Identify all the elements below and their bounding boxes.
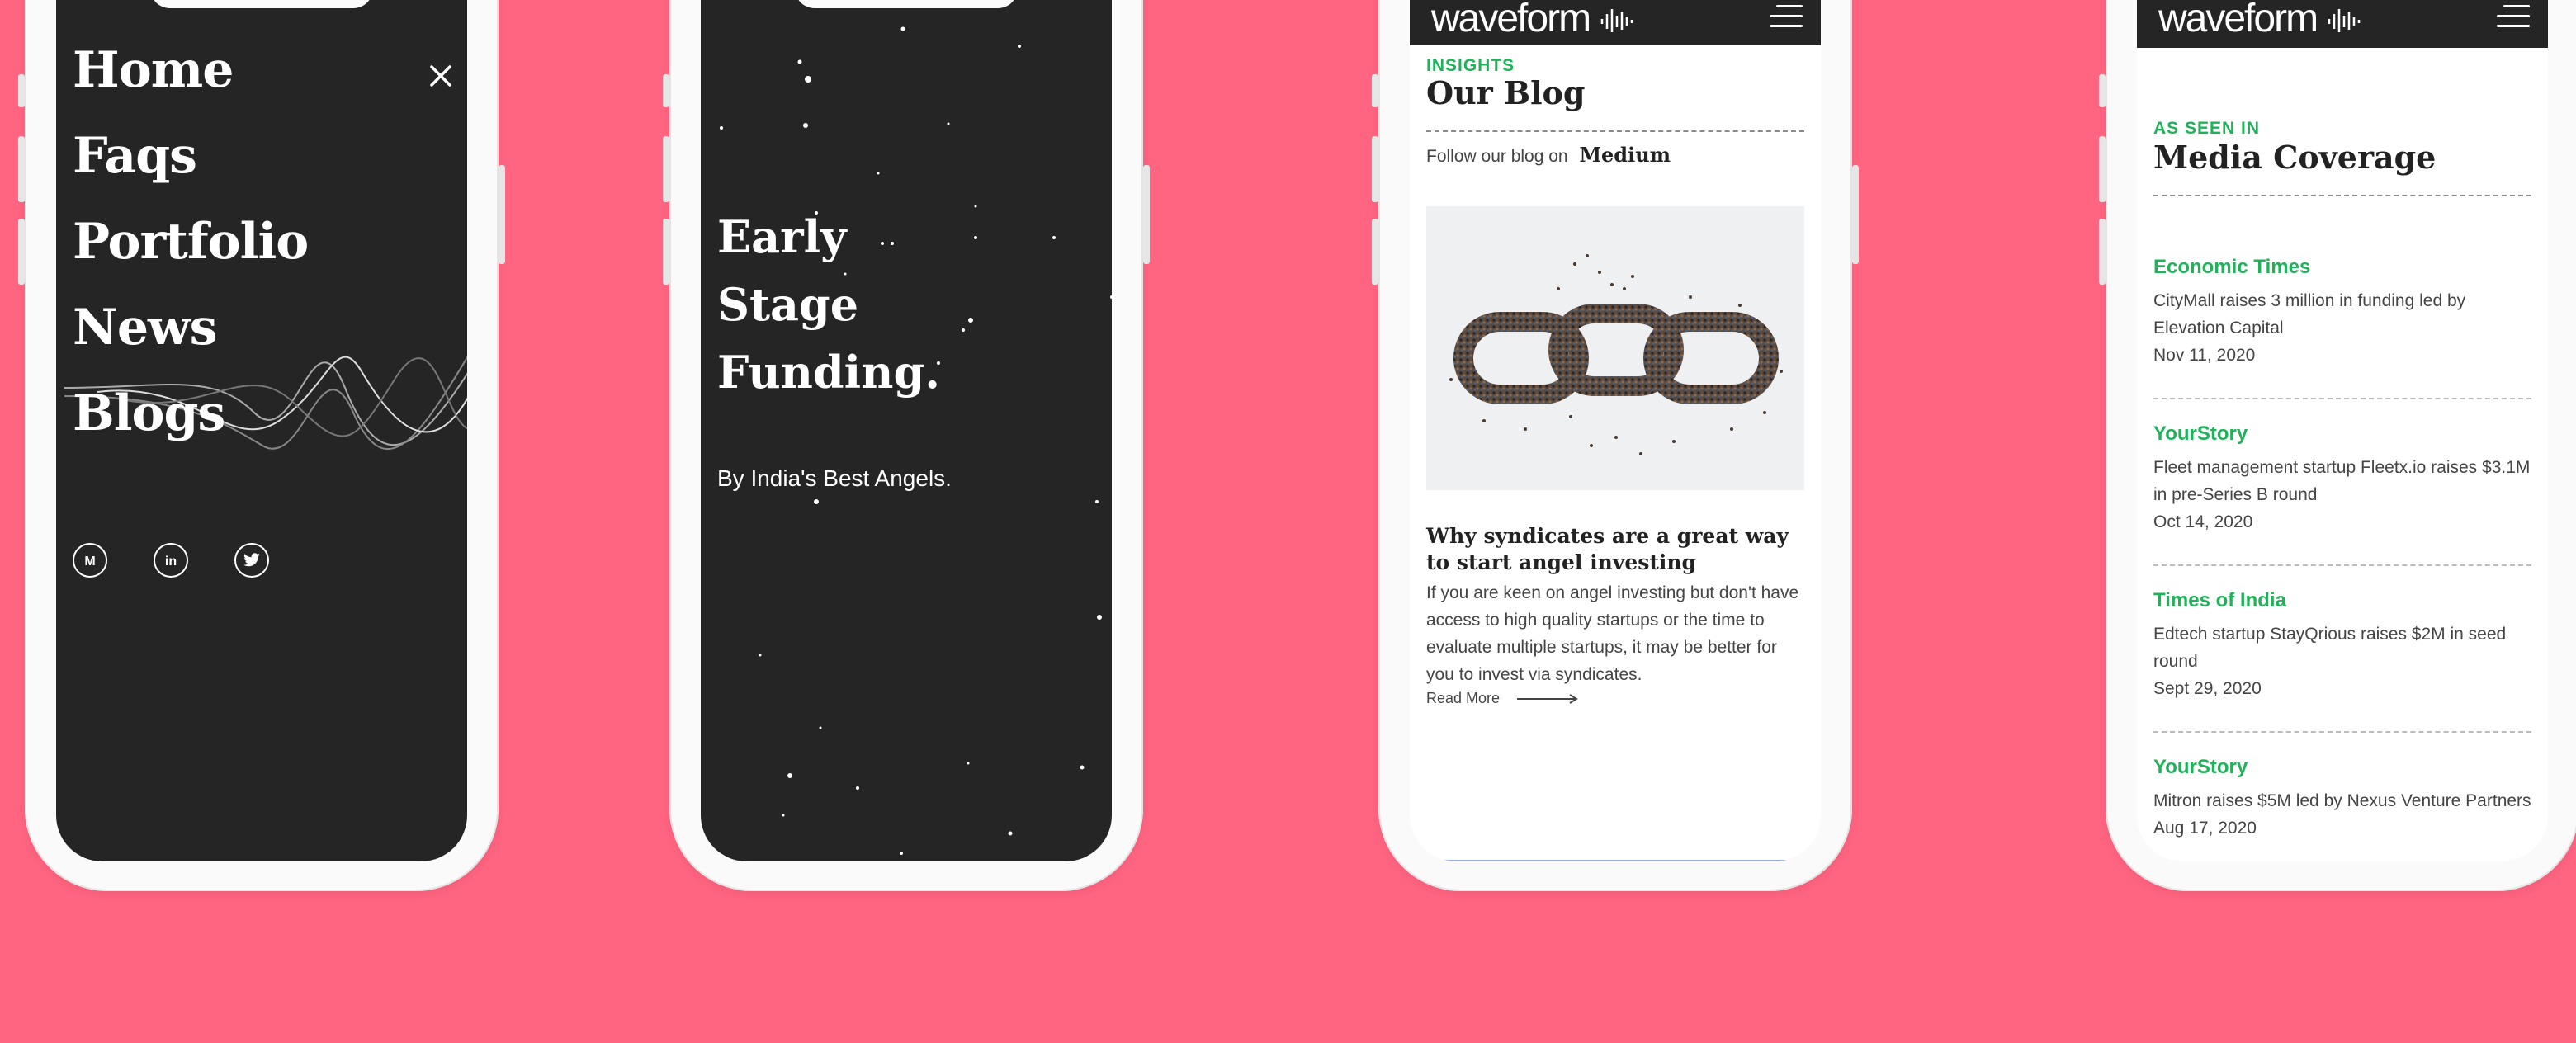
media-date: Oct 14, 2020: [2153, 512, 2253, 531]
divider: [2153, 195, 2531, 196]
medium-link[interactable]: Medium: [1579, 143, 1671, 167]
arrow-right-icon: [1517, 694, 1578, 705]
media-headline: Mitron raises $5M led by Nexus Venture P…: [2153, 791, 2531, 810]
item-divider: [2153, 564, 2531, 566]
phone-menu: Home Faqs Portfolio News Blogs M in: [18, 0, 505, 891]
phone-button: [2099, 136, 2106, 202]
menu-item-faqs[interactable]: Faqs: [73, 127, 197, 185]
read-more-link[interactable]: Read More: [1426, 690, 1580, 707]
item-divider: [2153, 731, 2531, 733]
media-date: Sept 29, 2020: [2153, 679, 2262, 698]
logo-text: waveform: [2158, 0, 2318, 40]
hero-subtitle: By India's Best Angels.: [717, 465, 952, 491]
media-item[interactable]: YourStory Mitron raises $5M led by Nexus…: [2153, 756, 2531, 842]
phone-button: [18, 136, 25, 202]
media-source[interactable]: YourStory: [2153, 756, 2531, 779]
follow-line: Follow our blog on Medium: [1426, 143, 1671, 167]
waveform-logo-icon: [1601, 9, 1633, 33]
media-date: Aug 17, 2020: [2153, 819, 2257, 838]
phone-notch: [150, 0, 373, 8]
phone-button: [663, 74, 669, 107]
medium-icon[interactable]: M: [73, 543, 107, 578]
phone-button: [1852, 165, 1859, 264]
phone-button: [1143, 165, 1150, 264]
section-title: Our Blog: [1426, 74, 1586, 111]
media-headline: Edtech startup StayQrious raises $2M in …: [2153, 625, 2507, 671]
chain-link-image: [1449, 254, 1783, 455]
menu-item-home[interactable]: Home: [73, 41, 234, 99]
media-source[interactable]: Times of India: [2153, 589, 2531, 612]
phone-notch: [795, 0, 1018, 8]
divider: [1426, 130, 1804, 132]
phone-media-coverage: waveform AS SEEN IN Media Coverage Econo…: [2099, 0, 2576, 891]
menu-screen: Home Faqs Portfolio News Blogs M in: [56, 0, 467, 861]
section-kicker: AS SEEN IN: [2153, 119, 2261, 138]
phone-button: [1372, 136, 1378, 202]
hero-screen: waveform Early Stage Funding. By India's…: [701, 0, 1112, 861]
phone-button: [663, 136, 669, 202]
waveform-logo[interactable]: waveform: [1431, 0, 1635, 41]
twitter-icon[interactable]: [234, 543, 269, 578]
phone-button: [2099, 74, 2106, 107]
media-item[interactable]: Times of India Edtech startup StayQrious…: [2153, 589, 2531, 702]
phone-button: [18, 219, 25, 285]
hero-line-3: Funding.: [717, 346, 940, 399]
blog-post-excerpt: If you are keen on angel investing but d…: [1426, 583, 1799, 684]
phone-button: [663, 219, 669, 285]
phone-button: [2099, 219, 2106, 285]
blog-post-title[interactable]: Why syndicates are a great way to start …: [1426, 523, 1804, 576]
menu-item-portfolio[interactable]: Portfolio: [73, 213, 309, 271]
media-date: Nov 11, 2020: [2153, 346, 2256, 365]
waveform-logo-icon: [2328, 9, 2361, 33]
star-field: [720, 0, 1112, 855]
phone-button: [18, 74, 25, 107]
next-card-edge: [1443, 860, 1788, 861]
hamburger-menu-icon[interactable]: [1770, 5, 1803, 30]
hamburger-menu-icon[interactable]: [2497, 5, 2530, 30]
media-source[interactable]: YourStory: [2153, 422, 2531, 446]
menu-item-blogs[interactable]: Blogs: [73, 385, 225, 442]
phone-button: [499, 165, 505, 264]
phone-button: [1372, 219, 1378, 285]
section-title: Media Coverage: [2153, 139, 2437, 176]
hero-line-1: Early: [717, 210, 847, 263]
media-item[interactable]: YourStory Fleet management startup Fleet…: [2153, 422, 2531, 536]
phone-hero: waveform Early Stage Funding. By India's…: [663, 0, 1150, 891]
logo-text: waveform: [1431, 0, 1591, 40]
phone-button: [1372, 74, 1378, 107]
section-kicker: INSIGHTS: [1426, 56, 1515, 75]
hero-line-2: Stage: [717, 278, 859, 331]
media-coverage-screen: waveform AS SEEN IN Media Coverage Econo…: [2137, 0, 2548, 861]
media-item[interactable]: Economic Times CityMall raises 3 million…: [2153, 256, 2531, 369]
linkedin-icon[interactable]: in: [154, 543, 188, 578]
read-more-text: Read More: [1426, 690, 1501, 706]
blog-post-image[interactable]: [1426, 206, 1804, 490]
close-icon[interactable]: [429, 64, 452, 87]
media-headline: CityMall raises 3 million in funding led…: [2153, 291, 2466, 337]
waveform-logo[interactable]: waveform: [2158, 0, 2362, 41]
media-headline: Fleet management startup Fleetx.io raise…: [2153, 458, 2531, 504]
item-divider: [2153, 398, 2531, 399]
blog-screen: waveform INSIGHTS Our Blog Follow our bl…: [1410, 0, 1821, 861]
menu-item-news[interactable]: News: [73, 299, 217, 356]
phone-blog: waveform INSIGHTS Our Blog Follow our bl…: [1372, 0, 1859, 891]
media-source[interactable]: Economic Times: [2153, 256, 2531, 279]
follow-text: Follow our blog on: [1426, 147, 1568, 166]
